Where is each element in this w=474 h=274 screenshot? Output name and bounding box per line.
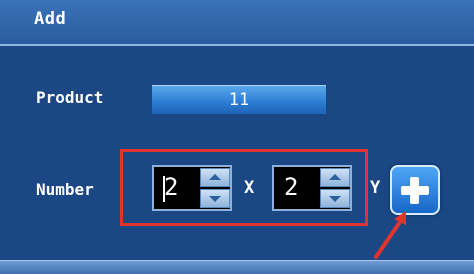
arrow-down-icon <box>329 196 341 202</box>
number-label: Number <box>36 180 94 199</box>
cols-stepper[interactable]: 2 <box>272 165 352 211</box>
arrow-up-icon <box>209 174 221 180</box>
dialog-bottom-edge <box>0 260 474 274</box>
times-label: X <box>244 178 255 198</box>
trailing-label: Y <box>370 178 381 198</box>
arrow-up-icon <box>329 174 341 180</box>
cols-value[interactable]: 2 <box>284 173 298 201</box>
annotation-arrow-icon <box>374 211 406 259</box>
text-cursor <box>163 176 165 202</box>
add-dialog: Add Product 11 Number 2 X 2 Y <box>0 0 474 274</box>
cols-decrement-button[interactable] <box>320 189 350 208</box>
product-label: Product <box>36 88 104 107</box>
product-field[interactable]: 11 <box>152 85 326 114</box>
dialog-title: Add <box>34 9 67 29</box>
rows-decrement-button[interactable] <box>200 189 230 208</box>
rows-stepper[interactable]: 2 <box>152 165 232 211</box>
cols-increment-button[interactable] <box>320 168 350 187</box>
title-bar: Add <box>0 0 474 46</box>
rows-value[interactable]: 2 <box>164 173 178 201</box>
rows-increment-button[interactable] <box>200 168 230 187</box>
arrow-down-icon <box>209 196 221 202</box>
